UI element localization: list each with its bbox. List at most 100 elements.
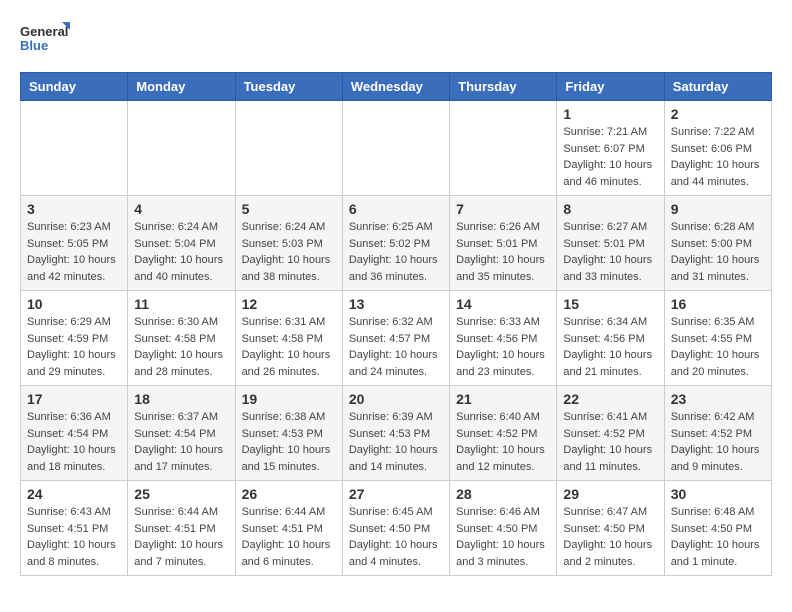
day-number: 24 [27, 486, 121, 502]
day-info: Sunrise: 6:35 AM Sunset: 4:55 PM Dayligh… [671, 314, 765, 380]
day-cell: 22 Sunrise: 6:41 AM Sunset: 4:52 PM Dayli… [557, 386, 664, 481]
svg-text:General: General [20, 24, 68, 39]
day-info: Sunrise: 6:43 AM Sunset: 4:51 PM Dayligh… [27, 504, 121, 570]
day-info: Sunrise: 7:22 AM Sunset: 6:06 PM Dayligh… [671, 124, 765, 190]
logo: General Blue [20, 20, 70, 62]
day-cell: 28 Sunrise: 6:46 AM Sunset: 4:50 PM Dayli… [450, 481, 557, 576]
weekday-header-wednesday: Wednesday [342, 73, 449, 101]
day-number: 29 [563, 486, 657, 502]
day-info: Sunrise: 6:37 AM Sunset: 4:54 PM Dayligh… [134, 409, 228, 475]
day-number: 15 [563, 296, 657, 312]
day-cell: 6 Sunrise: 6:25 AM Sunset: 5:02 PM Daylig… [342, 196, 449, 291]
day-info: Sunrise: 6:28 AM Sunset: 5:00 PM Dayligh… [671, 219, 765, 285]
day-info: Sunrise: 6:47 AM Sunset: 4:50 PM Dayligh… [563, 504, 657, 570]
day-cell: 1 Sunrise: 7:21 AM Sunset: 6:07 PM Daylig… [557, 101, 664, 196]
day-number: 16 [671, 296, 765, 312]
day-cell: 27 Sunrise: 6:45 AM Sunset: 4:50 PM Dayli… [342, 481, 449, 576]
day-cell: 24 Sunrise: 6:43 AM Sunset: 4:51 PM Dayli… [21, 481, 128, 576]
day-info: Sunrise: 6:41 AM Sunset: 4:52 PM Dayligh… [563, 409, 657, 475]
day-number: 1 [563, 106, 657, 122]
day-cell [235, 101, 342, 196]
day-info: Sunrise: 6:42 AM Sunset: 4:52 PM Dayligh… [671, 409, 765, 475]
day-info: Sunrise: 6:24 AM Sunset: 5:04 PM Dayligh… [134, 219, 228, 285]
day-number: 4 [134, 201, 228, 217]
day-cell: 20 Sunrise: 6:39 AM Sunset: 4:53 PM Dayli… [342, 386, 449, 481]
day-number: 23 [671, 391, 765, 407]
day-number: 10 [27, 296, 121, 312]
day-cell: 15 Sunrise: 6:34 AM Sunset: 4:56 PM Dayli… [557, 291, 664, 386]
day-info: Sunrise: 6:29 AM Sunset: 4:59 PM Dayligh… [27, 314, 121, 380]
day-number: 26 [242, 486, 336, 502]
weekday-header-tuesday: Tuesday [235, 73, 342, 101]
day-info: Sunrise: 6:30 AM Sunset: 4:58 PM Dayligh… [134, 314, 228, 380]
day-cell [21, 101, 128, 196]
day-cell: 16 Sunrise: 6:35 AM Sunset: 4:55 PM Dayli… [664, 291, 771, 386]
day-info: Sunrise: 6:48 AM Sunset: 4:50 PM Dayligh… [671, 504, 765, 570]
day-info: Sunrise: 6:32 AM Sunset: 4:57 PM Dayligh… [349, 314, 443, 380]
day-number: 5 [242, 201, 336, 217]
day-cell: 23 Sunrise: 6:42 AM Sunset: 4:52 PM Dayli… [664, 386, 771, 481]
day-cell: 10 Sunrise: 6:29 AM Sunset: 4:59 PM Dayli… [21, 291, 128, 386]
day-number: 13 [349, 296, 443, 312]
day-number: 3 [27, 201, 121, 217]
day-cell: 7Sunrise: 6:26 AM Sunset: 5:01 PM Daylig… [450, 196, 557, 291]
day-cell: 5 Sunrise: 6:24 AM Sunset: 5:03 PM Daylig… [235, 196, 342, 291]
day-info: Sunrise: 6:34 AM Sunset: 4:56 PM Dayligh… [563, 314, 657, 380]
day-cell: 11 Sunrise: 6:30 AM Sunset: 4:58 PM Dayli… [128, 291, 235, 386]
day-number: 11 [134, 296, 228, 312]
day-number: 8 [563, 201, 657, 217]
day-number: 18 [134, 391, 228, 407]
day-number: 14 [456, 296, 550, 312]
day-cell: 19 Sunrise: 6:38 AM Sunset: 4:53 PM Dayli… [235, 386, 342, 481]
day-info: Sunrise: 6:44 AM Sunset: 4:51 PM Dayligh… [242, 504, 336, 570]
weekday-header-thursday: Thursday [450, 73, 557, 101]
svg-text:Blue: Blue [20, 38, 48, 53]
day-number: 12 [242, 296, 336, 312]
day-info: Sunrise: 6:40 AM Sunset: 4:52 PM Dayligh… [456, 409, 550, 475]
day-number: 22 [563, 391, 657, 407]
day-cell: 3 Sunrise: 6:23 AM Sunset: 5:05 PM Daylig… [21, 196, 128, 291]
day-info: Sunrise: 6:25 AM Sunset: 5:02 PM Dayligh… [349, 219, 443, 285]
day-cell: 8 Sunrise: 6:27 AM Sunset: 5:01 PM Daylig… [557, 196, 664, 291]
logo-svg: General Blue [20, 20, 70, 62]
day-number: 19 [242, 391, 336, 407]
day-info: Sunrise: 6:23 AM Sunset: 5:05 PM Dayligh… [27, 219, 121, 285]
day-cell: 13 Sunrise: 6:32 AM Sunset: 4:57 PM Dayli… [342, 291, 449, 386]
day-cell: 14 Sunrise: 6:33 AM Sunset: 4:56 PM Dayli… [450, 291, 557, 386]
day-number: 6 [349, 201, 443, 217]
day-cell: 18 Sunrise: 6:37 AM Sunset: 4:54 PM Dayli… [128, 386, 235, 481]
day-info: Sunrise: 6:45 AM Sunset: 4:50 PM Dayligh… [349, 504, 443, 570]
day-cell: 12 Sunrise: 6:31 AM Sunset: 4:58 PM Dayli… [235, 291, 342, 386]
header: General Blue [20, 20, 772, 62]
day-number: 28 [456, 486, 550, 502]
day-info: Sunrise: 6:33 AM Sunset: 4:56 PM Dayligh… [456, 314, 550, 380]
week-row-4: 17 Sunrise: 6:36 AM Sunset: 4:54 PM Dayli… [21, 386, 772, 481]
day-cell [342, 101, 449, 196]
day-info: Sunrise: 6:38 AM Sunset: 4:53 PM Dayligh… [242, 409, 336, 475]
day-info: Sunrise: 7:21 AM Sunset: 6:07 PM Dayligh… [563, 124, 657, 190]
day-info: Sunrise: 6:36 AM Sunset: 4:54 PM Dayligh… [27, 409, 121, 475]
day-cell: 2 Sunrise: 7:22 AM Sunset: 6:06 PM Daylig… [664, 101, 771, 196]
day-cell: 25Sunrise: 6:44 AM Sunset: 4:51 PM Dayli… [128, 481, 235, 576]
day-number: 30 [671, 486, 765, 502]
week-row-2: 3 Sunrise: 6:23 AM Sunset: 5:05 PM Daylig… [21, 196, 772, 291]
day-number: 9 [671, 201, 765, 217]
day-cell [128, 101, 235, 196]
day-number: 17 [27, 391, 121, 407]
day-info: Sunrise: 6:46 AM Sunset: 4:50 PM Dayligh… [456, 504, 550, 570]
day-number: 2 [671, 106, 765, 122]
day-info: Sunrise: 6:26 AM Sunset: 5:01 PM Dayligh… [456, 219, 550, 285]
day-number: 27 [349, 486, 443, 502]
weekday-header-monday: Monday [128, 73, 235, 101]
day-info: Sunrise: 6:24 AM Sunset: 5:03 PM Dayligh… [242, 219, 336, 285]
day-cell: 29 Sunrise: 6:47 AM Sunset: 4:50 PM Dayli… [557, 481, 664, 576]
day-number: 20 [349, 391, 443, 407]
week-row-1: 1 Sunrise: 7:21 AM Sunset: 6:07 PM Daylig… [21, 101, 772, 196]
day-info: Sunrise: 6:31 AM Sunset: 4:58 PM Dayligh… [242, 314, 336, 380]
day-info: Sunrise: 6:27 AM Sunset: 5:01 PM Dayligh… [563, 219, 657, 285]
day-cell: 30 Sunrise: 6:48 AM Sunset: 4:50 PM Dayli… [664, 481, 771, 576]
day-number: 25 [134, 486, 228, 502]
day-cell: 9 Sunrise: 6:28 AM Sunset: 5:00 PM Daylig… [664, 196, 771, 291]
day-info: Sunrise: 6:39 AM Sunset: 4:53 PM Dayligh… [349, 409, 443, 475]
day-cell [450, 101, 557, 196]
